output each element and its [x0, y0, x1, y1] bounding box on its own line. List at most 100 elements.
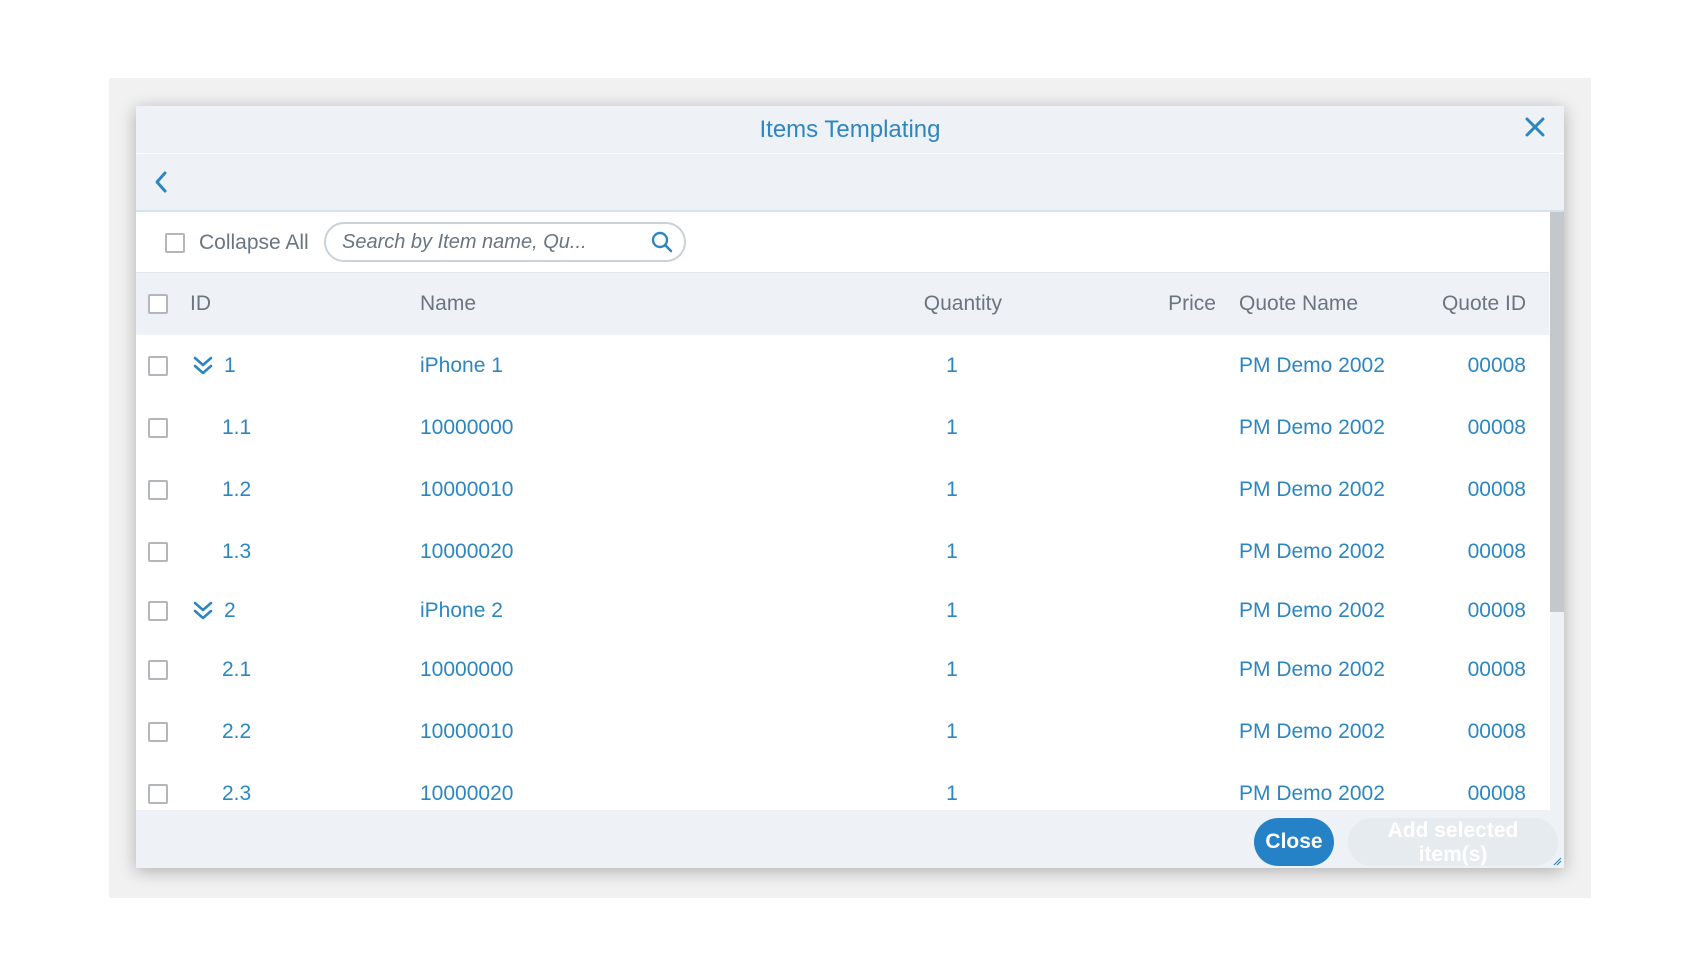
collapse-all-label: Collapse All [199, 231, 309, 254]
row-name: 10000010 [420, 720, 514, 743]
table-row[interactable]: 1.2 10000010 1 PM Demo 2002 00008 [136, 459, 1549, 522]
row-select-cell [144, 639, 172, 701]
row-name: iPhone 2 [420, 599, 503, 622]
row-name: 10000020 [420, 540, 514, 563]
row-select-cell [144, 459, 172, 521]
row-quote-id: 00008 [1467, 478, 1526, 501]
row-price [1036, 639, 1216, 701]
row-id: 2.1 [222, 658, 252, 681]
row-id-cell: 2 [190, 583, 236, 639]
select-all-checkbox[interactable] [148, 294, 168, 314]
table-row[interactable]: 1 iPhone 1 1 PM Demo 2002 00008 [136, 335, 1549, 398]
row-quantity: 1 [946, 540, 958, 563]
row-id-cell: 2.2 [190, 701, 251, 763]
collapse-all-toggle[interactable]: Collapse All [165, 231, 309, 255]
row-price [1036, 701, 1216, 763]
double-chevron-down-icon[interactable] [190, 598, 216, 624]
row-price [1036, 335, 1216, 397]
row-quote-name: PM Demo 2002 [1239, 416, 1385, 439]
row-id-cell: 1 [190, 335, 236, 397]
row-quote-id: 00008 [1467, 599, 1526, 622]
search-box [324, 222, 686, 262]
row-id: 1.2 [222, 478, 252, 501]
dialog-navbar [136, 154, 1564, 212]
row-select-cell [144, 335, 172, 397]
dialog-footer: Close Add selected item(s) [136, 810, 1564, 868]
items-templating-dialog: Items Templating Collapse All Search by … [136, 106, 1564, 868]
add-selected-items-button[interactable]: Add selected item(s) [1348, 818, 1558, 866]
search-icon[interactable] [648, 228, 676, 256]
row-price [1036, 459, 1216, 521]
grid-header: ID Name Quantity Price Quote Name Quote … [136, 273, 1549, 335]
back-button[interactable] [146, 166, 176, 198]
row-quote-id: 00008 [1467, 540, 1526, 563]
select-all-cell [144, 273, 172, 335]
column-header-name[interactable]: Name [420, 273, 476, 335]
table-row[interactable]: 2 iPhone 2 1 PM Demo 2002 00008 [136, 583, 1549, 640]
row-checkbox[interactable] [148, 356, 168, 376]
row-quote-id: 00008 [1467, 354, 1526, 377]
vertical-scrollbar[interactable] [1550, 212, 1564, 868]
grid-toolbar: Collapse All [136, 212, 1549, 273]
row-select-cell [144, 701, 172, 763]
row-quote-name: PM Demo 2002 [1239, 658, 1385, 681]
row-quantity: 1 [946, 599, 958, 622]
row-quote-name: PM Demo 2002 [1239, 354, 1385, 377]
row-quote-id: 00008 [1467, 658, 1526, 681]
row-quote-name: PM Demo 2002 [1239, 540, 1385, 563]
row-name: 10000000 [420, 658, 514, 681]
row-quantity: 1 [946, 658, 958, 681]
table-row[interactable]: 2.1 10000000 1 PM Demo 2002 00008 [136, 639, 1549, 702]
table-row[interactable]: 1.3 10000020 1 PM Demo 2002 00008 [136, 521, 1549, 584]
search-input[interactable] [340, 229, 648, 255]
row-id: 2.2 [222, 720, 252, 743]
row-checkbox[interactable] [148, 784, 168, 804]
row-checkbox[interactable] [148, 660, 168, 680]
row-checkbox[interactable] [148, 542, 168, 562]
column-header-price[interactable]: Price [1036, 273, 1216, 335]
row-name: 10000000 [420, 416, 514, 439]
table-row[interactable]: 2.2 10000010 1 PM Demo 2002 00008 [136, 701, 1549, 764]
row-id: 1.3 [222, 540, 252, 563]
row-quote-name: PM Demo 2002 [1239, 478, 1385, 501]
row-price [1036, 397, 1216, 459]
row-id-cell: 1.3 [190, 521, 251, 583]
chevron-left-icon [155, 171, 167, 193]
dialog-titlebar: Items Templating [136, 106, 1564, 153]
row-id: 1.1 [222, 416, 252, 439]
row-id: 2.3 [222, 782, 252, 805]
table-row[interactable]: 1.1 10000000 1 PM Demo 2002 00008 [136, 397, 1549, 460]
row-checkbox[interactable] [148, 601, 168, 621]
column-header-id[interactable]: ID [190, 273, 211, 335]
row-name: iPhone 1 [420, 354, 503, 377]
row-id-cell: 1.1 [190, 397, 251, 459]
row-select-cell [144, 583, 172, 639]
row-id-cell: 2.1 [190, 639, 251, 701]
scrollbar-thumb[interactable] [1550, 212, 1564, 612]
row-select-cell [144, 521, 172, 583]
collapse-all-checkbox[interactable] [165, 233, 185, 253]
resize-grip-icon[interactable] [1552, 856, 1562, 866]
grid-body: 1 iPhone 1 1 PM Demo 2002 00008 1.1 10000000 1 P… [136, 335, 1549, 868]
column-header-quote-id[interactable]: Quote ID [1416, 273, 1526, 335]
close-button[interactable]: Close [1254, 818, 1334, 866]
row-checkbox[interactable] [148, 722, 168, 742]
row-id: 2 [224, 599, 236, 622]
row-select-cell [144, 397, 172, 459]
row-price [1036, 583, 1216, 639]
column-header-quote-name[interactable]: Quote Name [1239, 273, 1358, 335]
row-id-cell: 1.2 [190, 459, 251, 521]
close-icon[interactable] [1520, 114, 1550, 144]
row-checkbox[interactable] [148, 418, 168, 438]
row-quote-name: PM Demo 2002 [1239, 720, 1385, 743]
row-name: 10000010 [420, 478, 514, 501]
row-quantity: 1 [946, 354, 958, 377]
row-quantity: 1 [946, 478, 958, 501]
row-quantity: 1 [946, 416, 958, 439]
row-checkbox[interactable] [148, 480, 168, 500]
double-chevron-down-icon[interactable] [190, 353, 216, 379]
row-id: 1 [224, 354, 236, 377]
dialog-title: Items Templating [759, 115, 941, 143]
row-price [1036, 521, 1216, 583]
column-header-quantity[interactable]: Quantity [796, 273, 1002, 335]
